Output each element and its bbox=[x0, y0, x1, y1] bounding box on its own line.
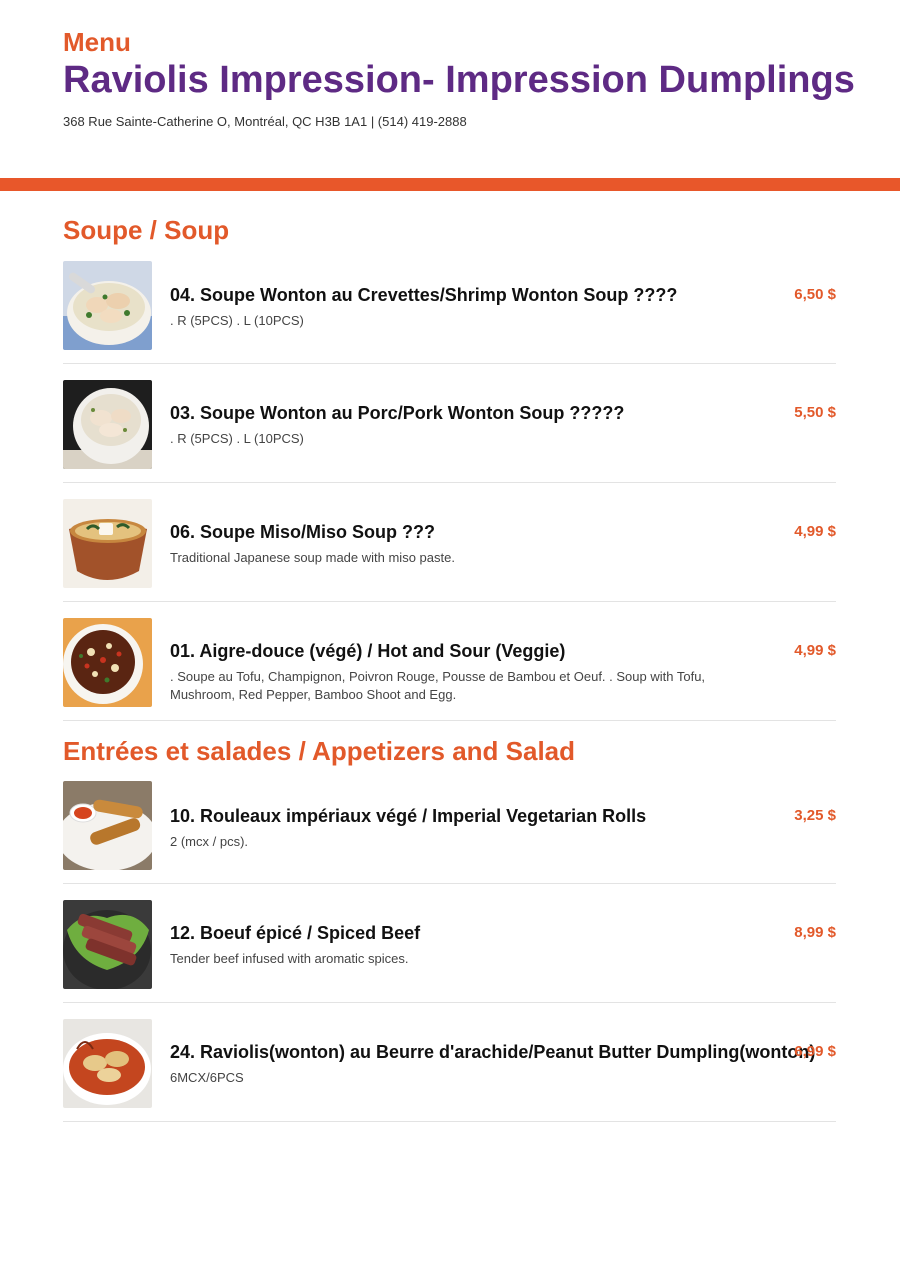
item-name: 04. Soupe Wonton au Crevettes/Shrimp Won… bbox=[170, 285, 678, 305]
item-name: 03. Soupe Wonton au Porc/Pork Wonton Sou… bbox=[170, 403, 625, 423]
menu-label: Menu bbox=[63, 27, 131, 57]
section-title: Entrées et salades / Appetizers and Sala… bbox=[63, 736, 576, 766]
pork-wonton-soup-photo bbox=[63, 380, 152, 469]
item-price: 6,99 $ bbox=[794, 1043, 836, 1060]
section-soup: Soupe / Soup 04. Soupe Wonton au Crevett… bbox=[63, 214, 836, 721]
menu-item-miso-soup[interactable]: 06. Soupe Miso/Miso Soup ??? 4,99 $ Trad… bbox=[63, 483, 836, 602]
item-description: Tender beef infused with aromatic spices… bbox=[170, 951, 409, 966]
peanut-butter-dumpling-photo bbox=[63, 1019, 152, 1108]
item-name: 10. Rouleaux impériaux végé / Imperial V… bbox=[170, 806, 647, 826]
header-divider-bar bbox=[0, 178, 900, 191]
spiced-beef-photo bbox=[63, 900, 152, 989]
item-description: Traditional Japanese soup made with miso… bbox=[170, 550, 455, 565]
item-price: 8,99 $ bbox=[794, 924, 836, 941]
item-price: 3,25 $ bbox=[794, 807, 836, 824]
item-description: . R (5PCS) . L (10PCS) bbox=[170, 431, 304, 446]
menu-content: Soupe / Soup 04. Soupe Wonton au Crevett… bbox=[63, 214, 836, 1122]
menu-item-peanut-butter-dumpling[interactable]: 24. Raviolis(wonton) au Beurre d'arachid… bbox=[63, 1003, 836, 1122]
shrimp-wonton-soup-photo bbox=[63, 261, 152, 350]
item-price: 5,50 $ bbox=[794, 404, 836, 421]
menu-item-shrimp-wonton-soup[interactable]: 04. Soupe Wonton au Crevettes/Shrimp Won… bbox=[63, 246, 836, 364]
item-name: 01. Aigre-douce (végé) / Hot and Sour (V… bbox=[170, 641, 566, 661]
menu-item-pork-wonton-soup[interactable]: 03. Soupe Wonton au Porc/Pork Wonton Sou… bbox=[63, 364, 836, 483]
item-price: 4,99 $ bbox=[794, 523, 836, 540]
section-appetizers: Entrées et salades / Appetizers and Sala… bbox=[63, 735, 836, 1122]
item-price: 4,99 $ bbox=[794, 642, 836, 659]
item-price: 6,50 $ bbox=[794, 286, 836, 303]
menu-header: Menu Raviolis Impression- Impression Dum… bbox=[63, 28, 863, 130]
menu-item-imperial-rolls[interactable]: 10. Rouleaux impériaux végé / Imperial V… bbox=[63, 767, 836, 884]
menu-item-spiced-beef[interactable]: 12. Boeuf épicé / Spiced Beef 8,99 $ Ten… bbox=[63, 884, 836, 1003]
item-name: 12. Boeuf épicé / Spiced Beef bbox=[170, 923, 421, 943]
section-title: Soupe / Soup bbox=[63, 215, 230, 245]
item-name: 24. Raviolis(wonton) au Beurre d'arachid… bbox=[170, 1042, 816, 1062]
item-description: 2 (mcx / pcs). bbox=[170, 834, 249, 849]
restaurant-name: Raviolis Impression- Impression Dumpling… bbox=[63, 59, 855, 101]
miso-soup-photo bbox=[63, 499, 152, 588]
item-name: 06. Soupe Miso/Miso Soup ??? bbox=[170, 522, 436, 542]
item-description: 6MCX/6PCS bbox=[170, 1070, 244, 1085]
restaurant-address: 368 Rue Sainte-Catherine O, Montréal, QC… bbox=[63, 114, 467, 129]
item-description: . R (5PCS) . L (10PCS) bbox=[170, 313, 304, 328]
hot-and-sour-soup-photo bbox=[63, 618, 152, 707]
item-description: . Soupe au Tofu, Champignon, Poivron Rou… bbox=[170, 669, 706, 702]
imperial-rolls-photo bbox=[63, 781, 152, 870]
menu-item-hot-and-sour-soup[interactable]: 01. Aigre-douce (végé) / Hot and Sour (V… bbox=[63, 602, 836, 721]
